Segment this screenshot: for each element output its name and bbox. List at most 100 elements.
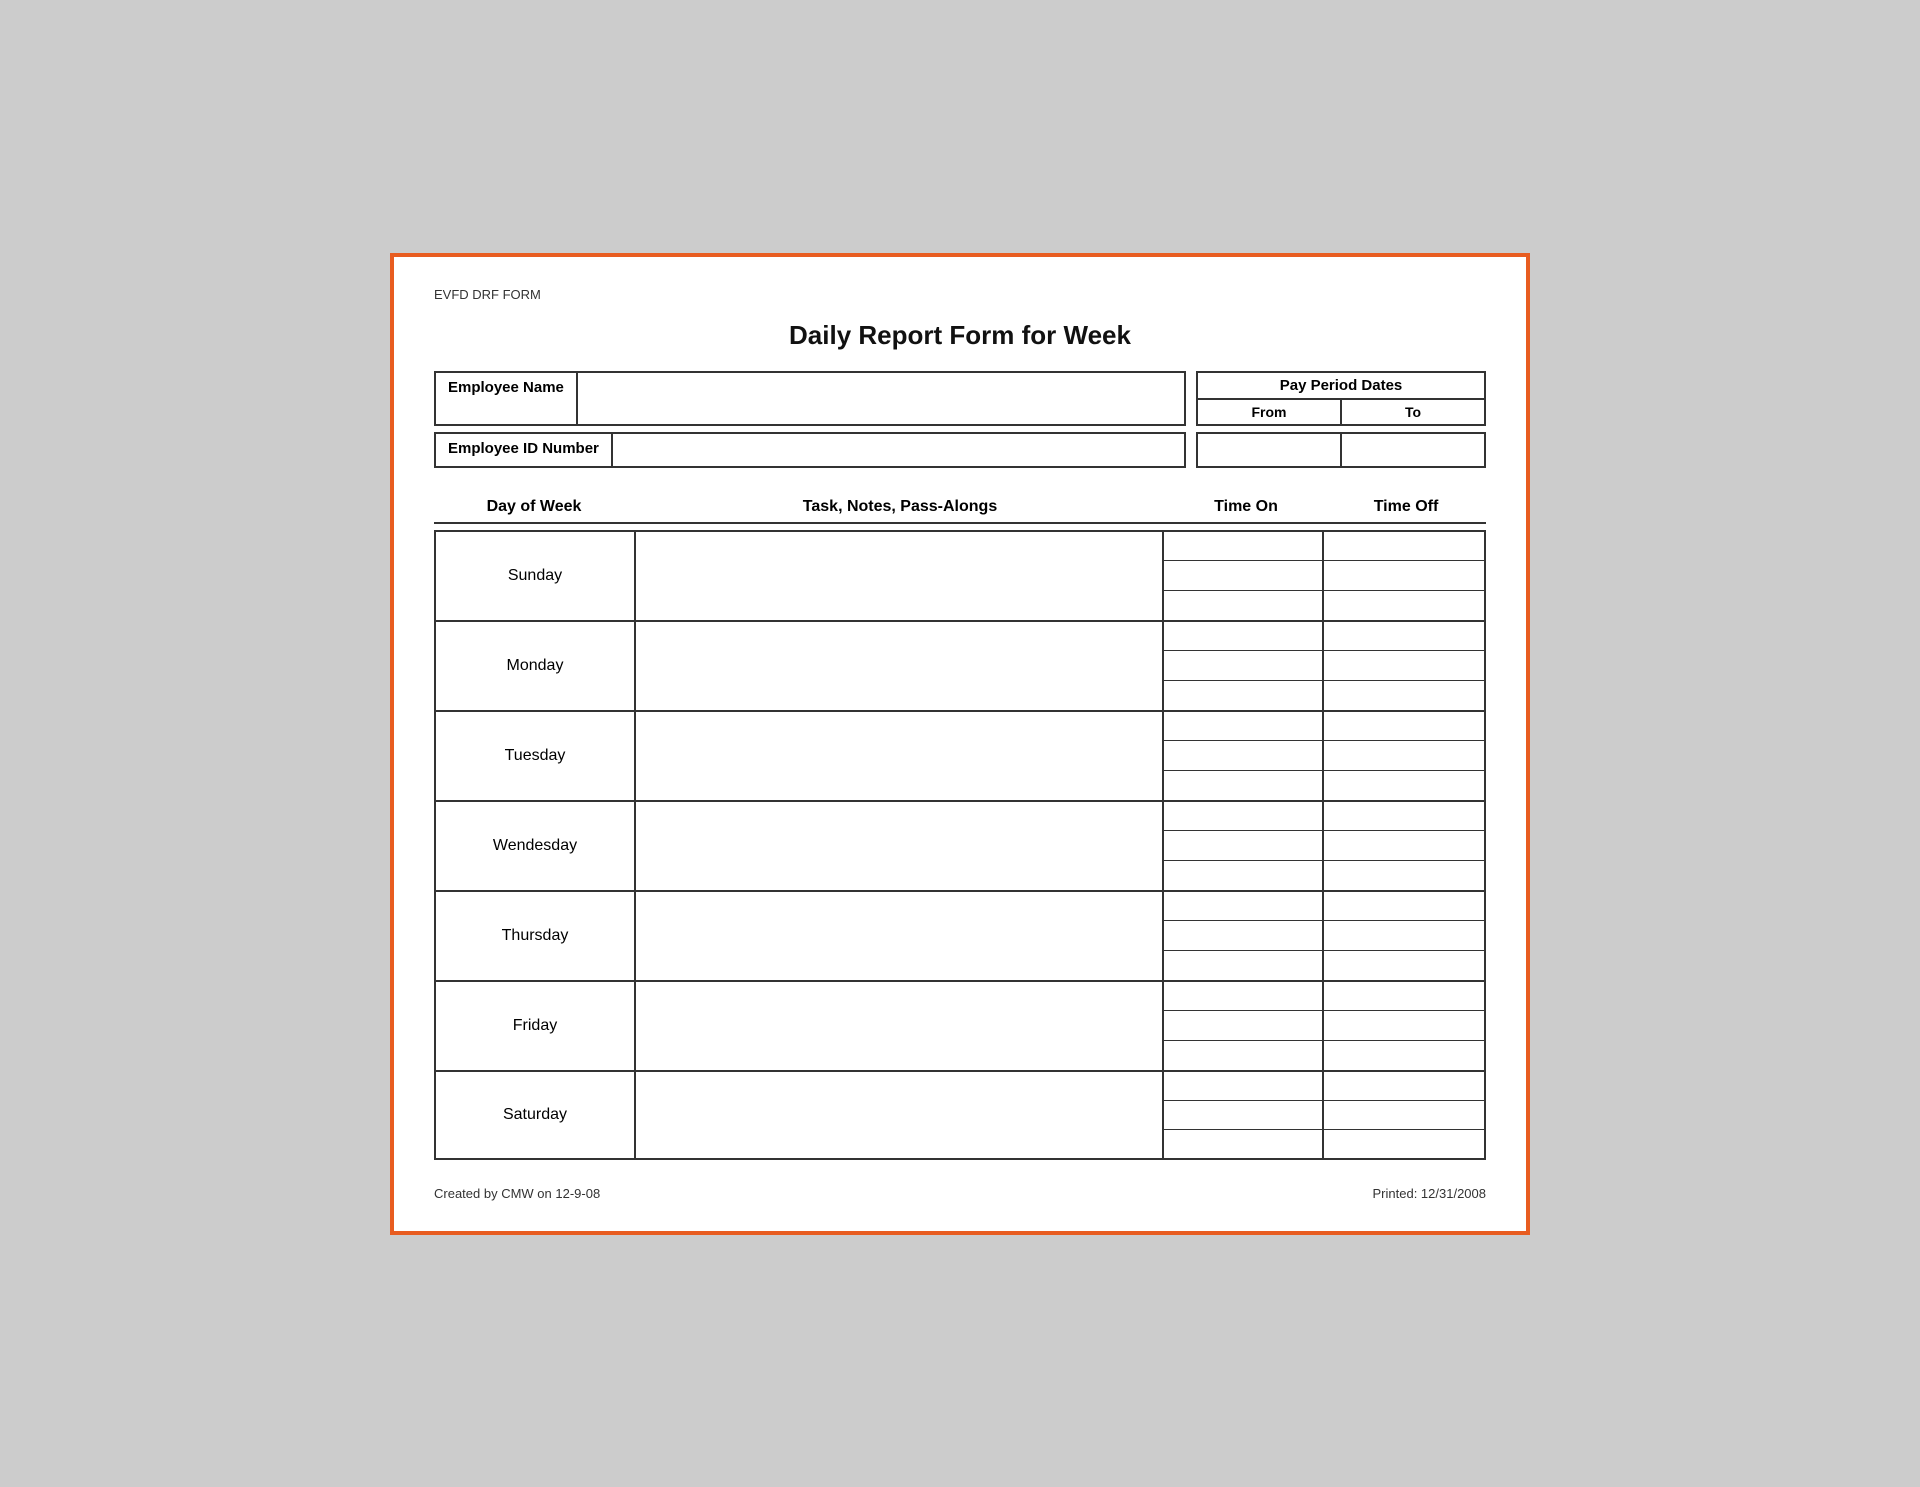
employee-id-input[interactable] [613,432,1186,468]
task-cell-thursday[interactable] [636,892,1164,980]
time-off-line[interactable] [1324,651,1484,681]
time-off-line[interactable] [1324,951,1484,980]
header-row-1: Employee Name Pay Period Dates From To [434,371,1486,426]
time-off-line[interactable] [1324,802,1484,832]
time-on-line[interactable] [1164,892,1322,922]
day-name-monday: Monday [436,622,636,710]
time-on-line[interactable] [1164,982,1322,1012]
day-name-friday: Friday [436,982,636,1070]
time-off-col-friday [1324,982,1484,1070]
time-off-col-monday [1324,622,1484,710]
form-top-label: EVFD DRF FORM [434,287,1486,302]
employee-name-label: Employee Name [434,371,578,426]
time-on-col-tuesday [1164,712,1324,800]
time-off-col-thursday [1324,892,1484,980]
time-on-line[interactable] [1164,1101,1322,1130]
time-on-line[interactable] [1164,921,1322,951]
time-off-line[interactable] [1324,532,1484,562]
col-header-timeoff: Time Off [1326,498,1486,516]
task-cell-monday[interactable] [636,622,1164,710]
time-off-line[interactable] [1324,982,1484,1012]
time-off-line[interactable] [1324,712,1484,742]
page-wrapper: EVFD DRF FORM Daily Report Form for Week… [390,253,1530,1235]
column-headers: Day of Week Task, Notes, Pass-Alongs Tim… [434,498,1486,524]
pay-period-box: Pay Period Dates From To [1196,371,1486,426]
pay-period-to-label: To [1342,400,1484,424]
time-off-col-saturday [1324,1072,1484,1158]
day-name-thursday: Thursday [436,892,636,980]
employee-name-input[interactable] [578,371,1186,426]
time-off-line[interactable] [1324,622,1484,652]
employee-id-label: Employee ID Number [434,432,613,468]
time-on-line[interactable] [1164,712,1322,742]
time-off-line[interactable] [1324,741,1484,771]
day-name-sunday: Sunday [436,532,636,620]
pay-period-inputs [1196,432,1486,468]
time-on-col-sunday [1164,532,1324,620]
time-off-line[interactable] [1324,892,1484,922]
time-on-line[interactable] [1164,651,1322,681]
time-on-col-friday [1164,982,1324,1070]
pay-period-cols: From To [1198,400,1484,424]
time-on-line[interactable] [1164,831,1322,861]
form-title: Daily Report Form for Week [434,320,1486,351]
time-on-line[interactable] [1164,681,1322,710]
time-on-col-wendesday [1164,802,1324,890]
time-off-line[interactable] [1324,921,1484,951]
pay-period-to-input[interactable] [1342,432,1486,468]
day-row: Tuesday [434,710,1486,800]
col-header-day: Day of Week [434,498,634,516]
time-on-line[interactable] [1164,561,1322,591]
task-cell-sunday[interactable] [636,532,1164,620]
col-header-timeon: Time On [1166,498,1326,516]
task-cell-wendesday[interactable] [636,802,1164,890]
header-row-2: Employee ID Number [434,432,1486,468]
time-off-line[interactable] [1324,681,1484,710]
time-off-line[interactable] [1324,1041,1484,1070]
time-on-col-thursday [1164,892,1324,980]
time-off-line[interactable] [1324,561,1484,591]
day-name-tuesday: Tuesday [436,712,636,800]
footer-left: Created by CMW on 12-9-08 [434,1186,600,1201]
time-off-line[interactable] [1324,771,1484,800]
day-name-saturday: Saturday [436,1072,636,1158]
time-off-col-tuesday [1324,712,1484,800]
day-rows-container: SundayMondayTuesdayWendesdayThursdayFrid… [434,530,1486,1160]
day-name-wendesday: Wendesday [436,802,636,890]
col-header-tasks: Task, Notes, Pass-Alongs [634,498,1166,516]
time-on-line[interactable] [1164,951,1322,980]
day-row: Monday [434,620,1486,710]
day-row: Saturday [434,1070,1486,1160]
time-on-line[interactable] [1164,1130,1322,1158]
time-on-line[interactable] [1164,622,1322,652]
time-on-line[interactable] [1164,741,1322,771]
time-off-line[interactable] [1324,1011,1484,1041]
time-off-line[interactable] [1324,1101,1484,1130]
day-row: Wendesday [434,800,1486,890]
time-on-line[interactable] [1164,1041,1322,1070]
time-off-line[interactable] [1324,861,1484,890]
day-row: Sunday [434,530,1486,620]
pay-period-from-input[interactable] [1196,432,1342,468]
time-off-line[interactable] [1324,591,1484,620]
time-on-col-saturday [1164,1072,1324,1158]
time-on-line[interactable] [1164,532,1322,562]
day-row: Friday [434,980,1486,1070]
day-row: Thursday [434,890,1486,980]
time-on-line[interactable] [1164,771,1322,800]
time-off-line[interactable] [1324,831,1484,861]
footer: Created by CMW on 12-9-08 Printed: 12/31… [434,1186,1486,1201]
time-on-line[interactable] [1164,591,1322,620]
time-on-line[interactable] [1164,1072,1322,1101]
time-off-col-sunday [1324,532,1484,620]
pay-period-title: Pay Period Dates [1198,373,1484,400]
task-cell-friday[interactable] [636,982,1164,1070]
footer-right: Printed: 12/31/2008 [1373,1186,1486,1201]
time-off-line[interactable] [1324,1072,1484,1101]
time-on-line[interactable] [1164,1011,1322,1041]
time-off-line[interactable] [1324,1130,1484,1158]
task-cell-saturday[interactable] [636,1072,1164,1158]
task-cell-tuesday[interactable] [636,712,1164,800]
time-on-line[interactable] [1164,861,1322,890]
time-on-line[interactable] [1164,802,1322,832]
